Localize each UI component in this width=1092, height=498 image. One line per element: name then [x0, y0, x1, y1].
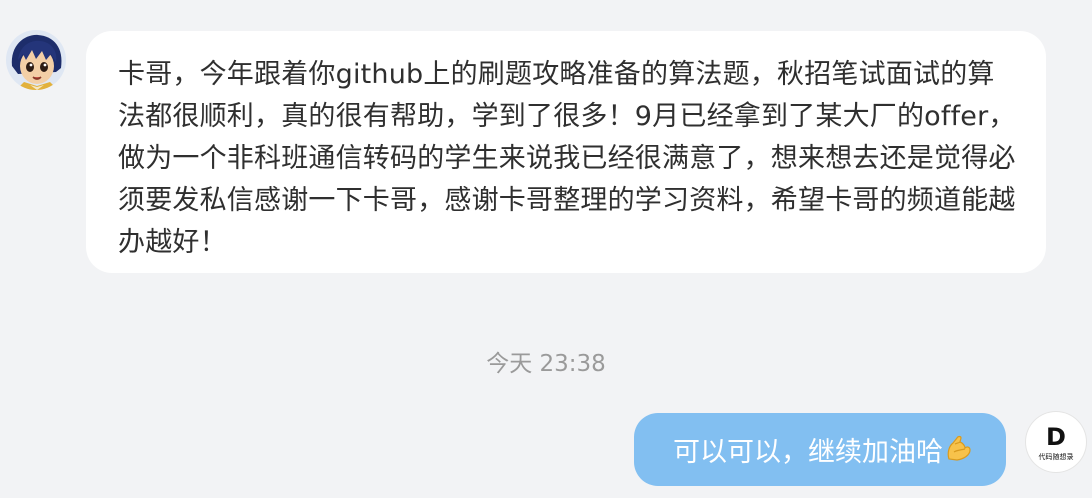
incoming-message-bubble[interactable]: 卡哥，今年跟着你github上的刷题攻略准备的算法题，秋招笔试面试的算法都很顺利… — [86, 31, 1046, 273]
flexed-biceps-icon — [945, 434, 971, 466]
logo-letter: D — [1046, 422, 1066, 451]
user-avatar-icon — [6, 30, 66, 90]
incoming-message-text: 卡哥，今年跟着你github上的刷题攻略准备的算法题，秋招笔试面试的算法都很顺利… — [118, 59, 1016, 258]
outgoing-message-text: 可以可以，继续加油哈 — [673, 437, 943, 468]
logo-name: 代码随想录 — [1038, 452, 1074, 461]
sender-avatar[interactable] — [6, 30, 66, 90]
outgoing-message-bubble[interactable]: 可以可以，继续加油哈 — [634, 413, 1006, 486]
own-avatar[interactable]: D 代码随想录 — [1026, 412, 1086, 472]
message-timestamp: 今天 23:38 — [486, 351, 606, 377]
